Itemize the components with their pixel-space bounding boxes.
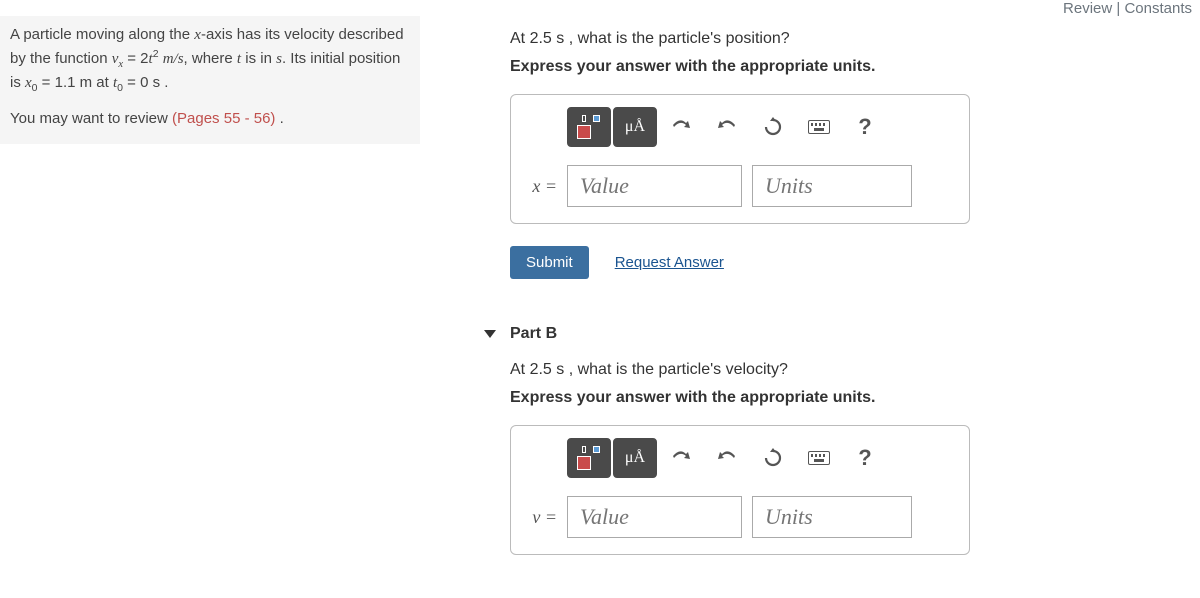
chevron-down-icon [484, 330, 496, 338]
units-symbol-button[interactable]: μÅ [613, 438, 657, 478]
part-b-question: At 2.5 s , what is the particle's veloci… [510, 361, 1190, 379]
part-a-value-input[interactable] [567, 165, 742, 207]
pages-link[interactable]: (Pages 55 - 56) [172, 110, 275, 127]
submit-button[interactable]: Submit [510, 246, 589, 279]
part-a-question: At 2.5 s , what is the particle's positi… [510, 30, 1190, 48]
part-b-input-row: v = [527, 496, 953, 538]
keyboard-icon [808, 120, 830, 134]
part-a-instruction: Express your answer with the appropriate… [510, 58, 1190, 76]
redo-button[interactable] [705, 107, 749, 147]
part-a-submit-row: Submit Request Answer [510, 246, 1190, 279]
undo-button[interactable] [659, 438, 703, 478]
keyboard-button[interactable] [797, 438, 841, 478]
part-b-value-input[interactable] [567, 496, 742, 538]
reset-icon [763, 117, 783, 137]
part-b-header[interactable]: Part B [484, 325, 1190, 343]
reset-icon [763, 448, 783, 468]
redo-button[interactable] [705, 438, 749, 478]
review-suffix: . [275, 110, 283, 127]
units-symbol-button[interactable]: μÅ [613, 107, 657, 147]
problem-text: A particle moving along the x-axis has i… [10, 24, 408, 96]
part-b-instruction: Express your answer with the appropriate… [510, 389, 1190, 407]
part-b-title: Part B [510, 325, 557, 343]
part-a-answer-box: μÅ ? x = [510, 94, 970, 224]
redo-icon [717, 119, 737, 135]
undo-icon [671, 119, 691, 135]
part-a-variable: x = [527, 176, 557, 197]
review-hint: You may want to review (Pages 55 - 56) . [10, 108, 408, 130]
part-b-variable: v = [527, 507, 557, 528]
undo-button[interactable] [659, 107, 703, 147]
help-button[interactable]: ? [843, 438, 887, 478]
part-b-answer-box: μÅ ? v = [510, 425, 970, 555]
redo-icon [717, 450, 737, 466]
reset-button[interactable] [751, 438, 795, 478]
part-b-units-input[interactable] [752, 496, 912, 538]
reset-button[interactable] [751, 107, 795, 147]
part-b-toolbar: μÅ ? [567, 438, 953, 478]
help-button[interactable]: ? [843, 107, 887, 147]
request-answer-link[interactable]: Request Answer [615, 254, 724, 271]
answer-panel: At 2.5 s , what is the particle's positi… [460, 0, 1190, 555]
undo-icon [671, 450, 691, 466]
part-a-toolbar: μÅ ? [567, 107, 953, 147]
templates-button[interactable] [567, 107, 611, 147]
templates-button[interactable] [567, 438, 611, 478]
part-a-units-input[interactable] [752, 165, 912, 207]
keyboard-button[interactable] [797, 107, 841, 147]
templates-icon [577, 446, 601, 470]
problem-statement-panel: A particle moving along the x-axis has i… [0, 16, 420, 144]
review-prefix: You may want to review [10, 110, 172, 127]
keyboard-icon [808, 451, 830, 465]
part-a-input-row: x = [527, 165, 953, 207]
templates-icon [577, 115, 601, 139]
